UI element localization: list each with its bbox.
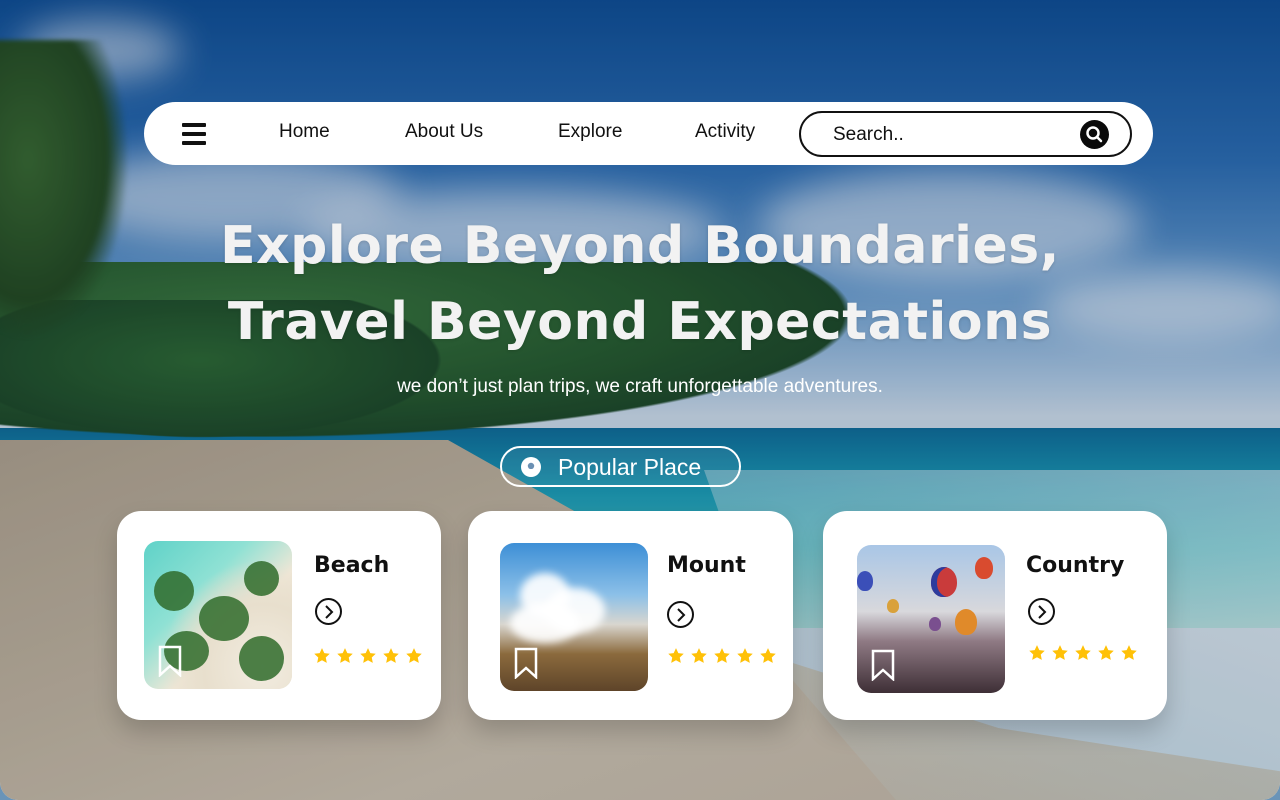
search-button[interactable] <box>1080 120 1109 149</box>
star-icon <box>1029 645 1045 660</box>
star-icon <box>1098 645 1114 660</box>
chevron-right-icon <box>677 608 686 622</box>
place-card-beach[interactable]: Beach <box>117 511 441 720</box>
search-input[interactable] <box>833 123 1073 147</box>
nav-link-about-us[interactable]: About Us <box>405 121 483 143</box>
star-icon <box>691 648 707 663</box>
star-icon <box>1052 645 1068 660</box>
place-card-mount[interactable]: Mount <box>468 511 793 720</box>
card-open-button[interactable] <box>667 601 694 628</box>
rating-stars <box>667 647 777 665</box>
bookmark-icon[interactable] <box>514 647 538 679</box>
hero-title-line-2: Travel Beyond Expectations <box>227 292 1053 352</box>
location-pin-icon <box>521 457 541 477</box>
bookmark-icon[interactable] <box>871 649 895 681</box>
star-icon <box>737 648 753 663</box>
star-icon <box>1121 645 1137 660</box>
card-open-button[interactable] <box>315 598 342 625</box>
place-card-country[interactable]: Country <box>823 511 1167 720</box>
country-image <box>857 545 1005 693</box>
chevron-right-icon <box>1038 605 1047 619</box>
popular-place-button[interactable]: Popular Place <box>500 446 741 487</box>
search-box <box>799 111 1132 157</box>
hero-subtitle: we don’t just plan trips, we craft unfor… <box>397 376 883 397</box>
star-icon <box>714 648 730 663</box>
star-icon <box>314 648 330 663</box>
bookmark-icon[interactable] <box>158 645 182 677</box>
star-icon <box>337 648 353 663</box>
star-icon <box>760 648 776 663</box>
star-icon <box>1075 645 1091 660</box>
star-icon <box>383 648 399 663</box>
star-icon <box>360 648 376 663</box>
menu-icon[interactable] <box>182 123 206 145</box>
card-title: Mount <box>667 553 746 578</box>
search-icon <box>1086 126 1103 143</box>
mount-image <box>500 543 648 691</box>
chevron-right-icon <box>325 605 334 619</box>
hero-title-line-1: Explore Beyond Boundaries, <box>220 216 1060 276</box>
nav-link-explore[interactable]: Explore <box>558 121 622 143</box>
rating-stars <box>313 647 423 665</box>
nav-link-activity[interactable]: Activity <box>695 121 755 143</box>
rating-stars <box>1028 644 1138 662</box>
star-icon <box>406 648 422 663</box>
star-icon <box>668 648 684 663</box>
card-title: Country <box>1026 553 1125 578</box>
card-title: Beach <box>314 553 390 578</box>
card-open-button[interactable] <box>1028 598 1055 625</box>
nav-link-home[interactable]: Home <box>279 121 330 143</box>
popular-place-label: Popular Place <box>558 454 702 480</box>
beach-image <box>144 541 292 689</box>
